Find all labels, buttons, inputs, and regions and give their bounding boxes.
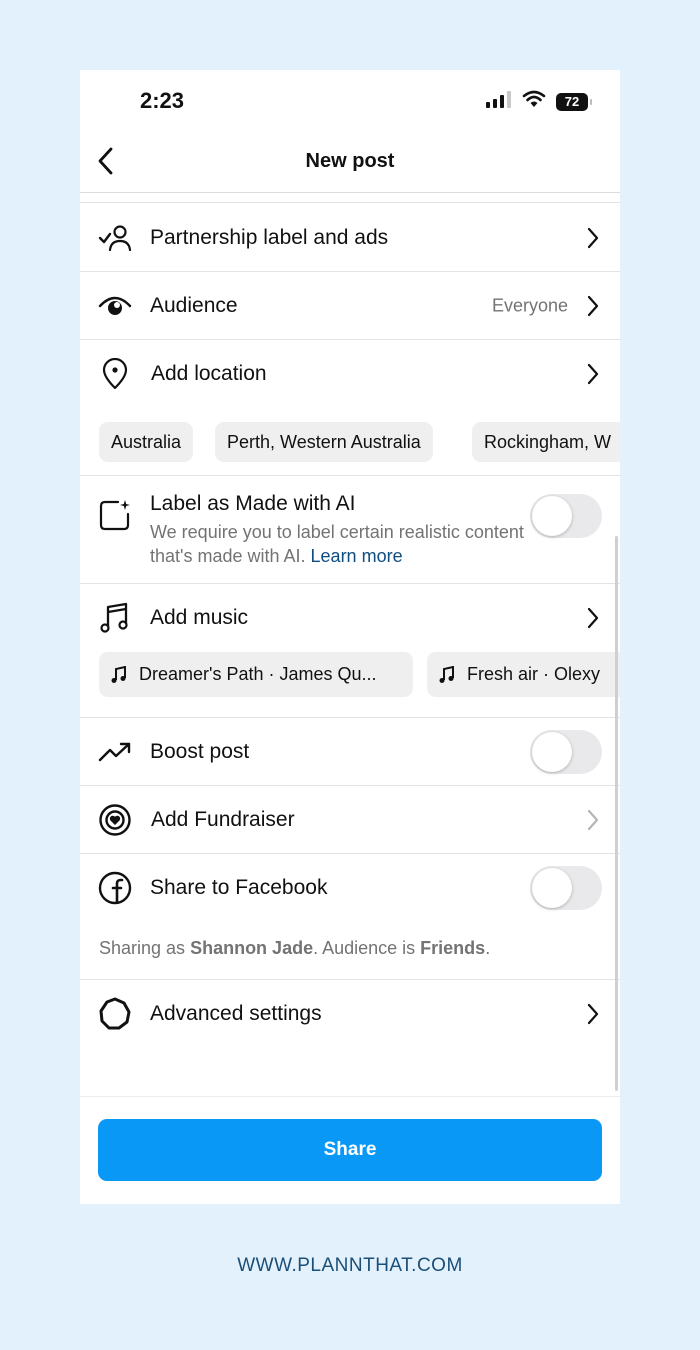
ai-label-toggle[interactable] bbox=[530, 494, 602, 538]
share-button[interactable]: Share bbox=[98, 1119, 602, 1181]
location-chip[interactable]: Rockingham, W bbox=[472, 422, 620, 462]
partnership-row[interactable]: Partnership label and ads bbox=[80, 204, 620, 272]
audience-value: Everyone bbox=[491, 295, 568, 316]
fb-note-audience: Friends bbox=[420, 938, 486, 958]
share-to-facebook-row: Share to Facebook bbox=[80, 854, 620, 922]
fb-note-prefix: Sharing as bbox=[99, 938, 191, 958]
add-fundraiser-label: Add Fundraiser bbox=[151, 808, 295, 831]
trending-up-icon bbox=[98, 735, 132, 769]
add-music-label: Add music bbox=[150, 606, 249, 629]
share-to-facebook-label: Share to Facebook bbox=[150, 876, 328, 899]
status-icons: 72 bbox=[486, 90, 592, 113]
chevron-right-icon bbox=[587, 1003, 599, 1025]
chevron-right-icon bbox=[587, 227, 599, 249]
add-fundraiser-row[interactable]: Add Fundraiser bbox=[80, 786, 620, 854]
divider bbox=[80, 202, 620, 203]
location-chips: Australia Perth, Western Australia Rocki… bbox=[80, 422, 620, 462]
advanced-settings-row[interactable]: Advanced settings bbox=[80, 980, 620, 1048]
fb-note-name: Shannon Jade bbox=[190, 938, 314, 958]
location-pin-icon bbox=[98, 357, 132, 391]
learn-more-link[interactable]: Learn more bbox=[311, 546, 403, 566]
page-title: New post bbox=[305, 150, 395, 172]
status-time: 2:23 bbox=[140, 88, 185, 113]
fundraiser-heart-icon bbox=[98, 803, 132, 837]
signal-icon bbox=[486, 90, 512, 113]
phone-screen: 2:23 72 New post Partnership label and a… bbox=[80, 70, 620, 1204]
music-chip[interactable]: Dreamer's Path · James Qu... bbox=[99, 652, 413, 697]
audience-label: Audience bbox=[150, 294, 238, 317]
chevron-right-icon bbox=[587, 295, 599, 317]
boost-post-label: Boost post bbox=[150, 740, 250, 763]
music-note-icon bbox=[98, 601, 132, 635]
battery-icon: 72 bbox=[556, 92, 592, 111]
partnership-label: Partnership label and ads bbox=[150, 226, 389, 249]
divider bbox=[80, 475, 620, 476]
wifi-icon bbox=[522, 90, 546, 113]
music-chip[interactable]: Fresh air · Olexy bbox=[427, 652, 620, 697]
music-chips: Dreamer's Path · James Qu... Fresh air ·… bbox=[80, 652, 620, 697]
music-chip-label: Dreamer's Path · James Qu... bbox=[139, 664, 377, 684]
music-chip-label: Fresh air · Olexy bbox=[467, 664, 601, 684]
add-music-row[interactable]: Add music bbox=[80, 584, 620, 652]
fb-note-end: . bbox=[485, 938, 491, 958]
scrollbar[interactable] bbox=[615, 536, 618, 1091]
ai-label-title: Label as Made with AI bbox=[150, 492, 356, 515]
boost-post-toggle[interactable] bbox=[530, 730, 602, 774]
facebook-sharing-note: Sharing as Shannon Jade. Audience is Fri… bbox=[99, 938, 490, 959]
add-location-row[interactable]: Add location bbox=[80, 340, 620, 408]
gear-icon bbox=[98, 997, 132, 1031]
location-chip[interactable]: Perth, Western Australia bbox=[215, 422, 433, 462]
chevron-right-icon bbox=[587, 363, 599, 385]
footer-url: WWW.PLANNTHAT.COM bbox=[237, 1255, 463, 1276]
share-footer: Share bbox=[80, 1096, 620, 1204]
music-note-icon bbox=[439, 665, 454, 683]
fb-note-mid: . Audience is bbox=[313, 938, 421, 958]
chevron-right-icon bbox=[587, 607, 599, 629]
audience-row[interactable]: Audience Everyone bbox=[80, 272, 620, 340]
status-bar: 2:23 72 bbox=[80, 70, 620, 130]
boost-post-row: Boost post bbox=[80, 718, 620, 786]
ai-label-description: We require you to label certain realisti… bbox=[150, 520, 530, 568]
ai-label-icon bbox=[98, 498, 132, 532]
music-note-icon bbox=[111, 665, 126, 683]
nav-bar: New post bbox=[80, 130, 620, 193]
add-location-label: Add location bbox=[151, 362, 267, 385]
share-to-facebook-toggle[interactable] bbox=[530, 866, 602, 910]
location-chip[interactable]: Australia bbox=[99, 422, 194, 462]
person-check-icon bbox=[98, 221, 132, 255]
eye-icon bbox=[98, 289, 132, 323]
chevron-right-icon bbox=[587, 809, 599, 831]
facebook-icon bbox=[98, 871, 132, 905]
advanced-settings-label: Advanced settings bbox=[150, 1002, 322, 1025]
